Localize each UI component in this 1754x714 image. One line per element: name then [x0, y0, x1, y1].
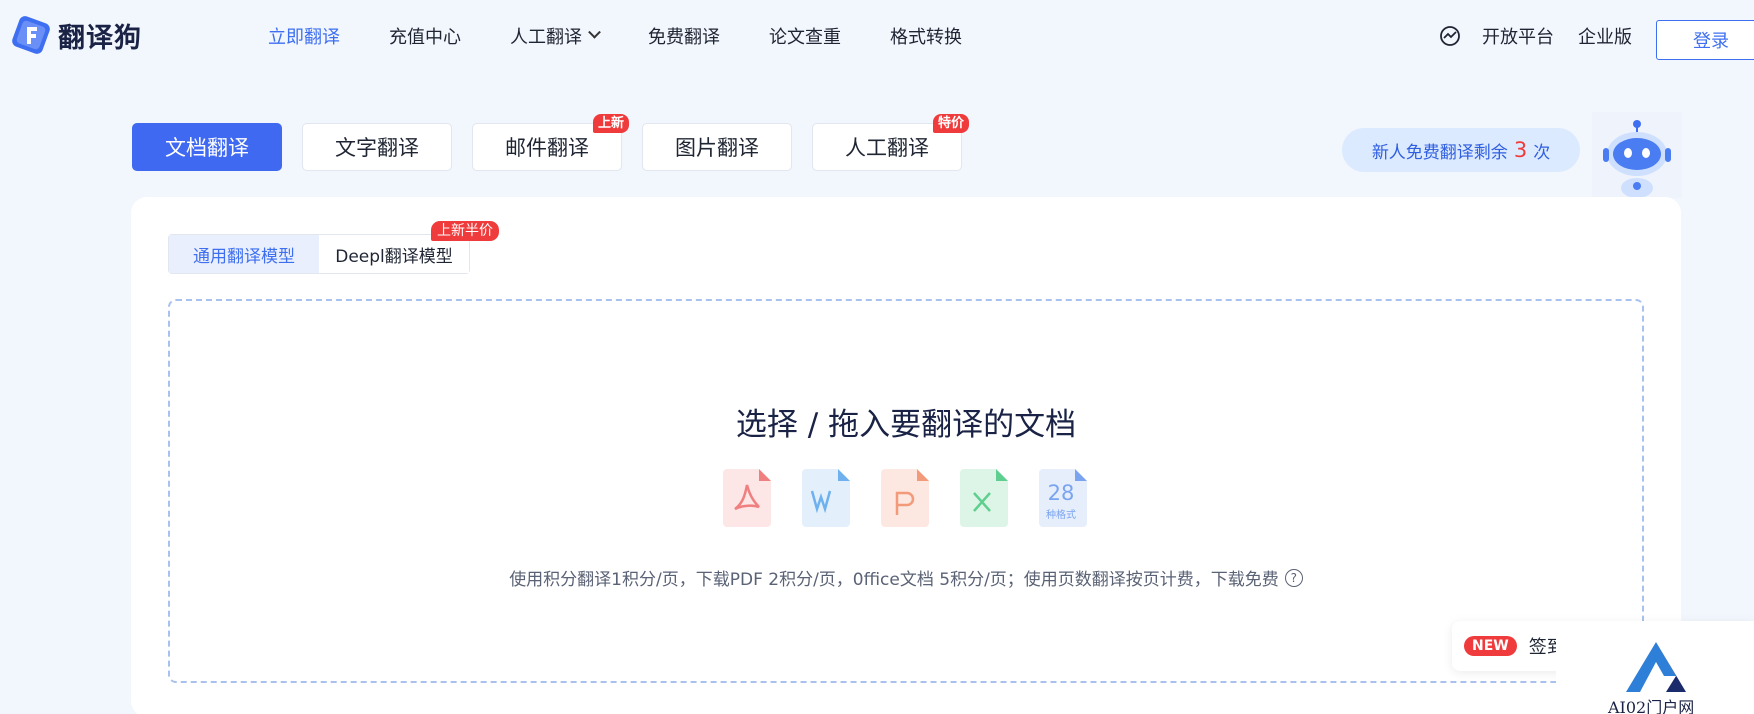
nav-human-translate[interactable]: 人工翻译 [510, 23, 601, 49]
nav-label: 人工翻译 [510, 27, 582, 48]
robot-mascot-icon [1592, 112, 1682, 198]
brand-name: 翻译狗 [58, 22, 142, 54]
watermark-text: AI02门户网 [1608, 698, 1695, 714]
pdf-file-icon [723, 469, 771, 527]
nav-recharge[interactable]: 充值中心 [389, 23, 461, 49]
tab-human-translate[interactable]: 人工翻译 特价 [812, 114, 969, 171]
tab-label: 文档翻译 [165, 136, 249, 160]
watermark-logo-icon [1626, 642, 1686, 692]
drop-zone-title: 选择 / 拖入要翻译的文档 [735, 407, 1077, 443]
tab-label: 文字翻译 [335, 136, 419, 160]
nav-label: 免费翻译 [648, 27, 720, 48]
new-badge: 上新 [592, 114, 629, 133]
promo-count: 3 [1513, 138, 1528, 162]
open-platform-icon[interactable] [1439, 25, 1461, 47]
tab-text-translate[interactable]: 文字翻译 [302, 123, 452, 171]
top-header: 翻译狗 立即翻译 充值中心 人工翻译 免费翻译 论文查重 格式转换 开放平台 企… [0, 0, 1754, 72]
pricing-note-text: 使用积分翻译1积分/页，下载PDF 2积分/页，0ffice文档 5积分/页；使… [509, 570, 1279, 590]
tab-document-translate[interactable]: 文档翻译 [132, 123, 282, 171]
tab-label: 图片翻译 [675, 136, 759, 160]
model-tab-label: 通用翻译模型 [193, 246, 295, 267]
excel-file-icon [960, 469, 1008, 527]
tab-email-translate[interactable]: 邮件翻译 上新 [472, 114, 629, 171]
free-quota-bubble: 新人免费翻译剩余 3 次 [1342, 128, 1580, 172]
nav-instant-translate[interactable]: 立即翻译 [268, 23, 340, 49]
pricing-note: 使用积分翻译1积分/页，下载PDF 2积分/页，0ffice文档 5积分/页；使… [170, 565, 1642, 590]
model-tabs: 通用翻译模型 Deepl翻译模型 上新半价 [168, 221, 499, 274]
chevron-down-icon [588, 25, 601, 39]
nav-label: 立即翻译 [268, 27, 340, 48]
supported-formats: 28 种格式 [723, 469, 1087, 527]
nav-plagiarism-check[interactable]: 论文查重 [769, 23, 841, 49]
tab-label: 人工翻译 [845, 136, 929, 160]
header-right: 开放平台 企业版 登录 [1439, 0, 1754, 72]
open-platform-link[interactable]: 开放平台 [1482, 23, 1554, 49]
file-drop-zone[interactable]: 选择 / 拖入要翻译的文档 28 种格式 使用积分翻译1积分/页，下载PDF 2… [168, 299, 1644, 683]
model-tab-label: Deepl翻译模型 [335, 246, 453, 267]
promo-suffix: 次 [1533, 142, 1551, 163]
brand-logo-icon [12, 16, 50, 54]
formats-count: 28 [1047, 481, 1075, 505]
nav-label: 充值中心 [389, 27, 461, 48]
main-nav: 立即翻译 充值中心 人工翻译 免费翻译 论文查重 格式转换 [268, 0, 1011, 72]
tab-label: 邮件翻译 [505, 136, 589, 160]
help-icon[interactable]: ? [1284, 568, 1303, 587]
sale-badge: 特价 [932, 114, 969, 133]
new-badge: NEW [1464, 636, 1517, 656]
enterprise-link[interactable]: 企业版 [1578, 23, 1632, 49]
tab-general-model[interactable]: 通用翻译模型 [169, 235, 319, 273]
formats-label: 种格式 [1046, 510, 1076, 521]
brand-logo[interactable]: 翻译狗 [10, 14, 142, 56]
promo-prefix: 新人免费翻译剩余 [1371, 142, 1508, 163]
word-file-icon [802, 469, 850, 527]
translate-type-tabs: 文档翻译 文字翻译 邮件翻译 上新 图片翻译 人工翻译 特价 [132, 114, 982, 171]
login-button[interactable]: 登录 [1656, 20, 1754, 60]
tab-deepl-model[interactable]: Deepl翻译模型 上新半价 [319, 221, 499, 273]
half-price-badge: 上新半价 [431, 221, 499, 241]
ppt-file-icon [881, 469, 929, 527]
nav-label: 格式转换 [890, 27, 962, 48]
nav-format-convert[interactable]: 格式转换 [890, 23, 962, 49]
more-formats-icon: 28 种格式 [1039, 469, 1087, 527]
watermark: AI02门户网 [1556, 636, 1754, 714]
nav-label: 论文查重 [769, 27, 841, 48]
nav-free-translate[interactable]: 免费翻译 [648, 23, 720, 49]
tab-image-translate[interactable]: 图片翻译 [642, 123, 792, 171]
